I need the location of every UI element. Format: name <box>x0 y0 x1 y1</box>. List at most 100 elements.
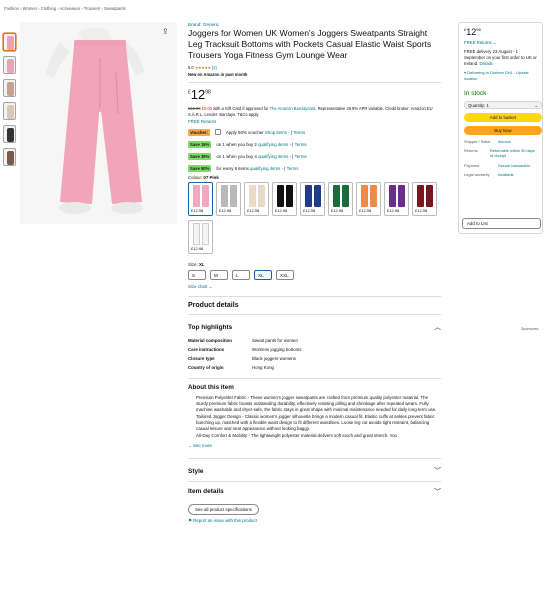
swatch-image <box>333 185 349 208</box>
offer-link[interactable]: qualifying items <box>250 166 280 171</box>
detail-key: Returns <box>464 148 478 154</box>
about-heading: About this item <box>188 383 234 391</box>
colour-swatch[interactable]: £12.98 <box>412 182 437 217</box>
top-highlights-toggle[interactable]: Top highlights ︿ <box>188 319 441 335</box>
size-option[interactable]: M <box>210 270 228 281</box>
size-option[interactable]: XXL <box>276 270 294 281</box>
chevron-up-icon: ︿ <box>434 324 441 332</box>
delivery-details-link[interactable]: Details <box>480 61 493 66</box>
chevron-right-icon: › <box>288 129 290 135</box>
offer-link[interactable]: Shop items <box>265 130 287 135</box>
offer-row: Voucher: Apply 50% voucher Shop items › |… <box>188 128 306 136</box>
colour-swatch[interactable]: £12.98 <box>216 182 241 217</box>
swatch-image <box>193 223 209 246</box>
detail-value[interactable]: Alcorze <box>498 139 511 144</box>
barclaycard-link[interactable]: The Amazon Barclaycard <box>270 106 316 111</box>
size-option[interactable]: S <box>188 270 206 281</box>
size-options: S M L XL XXL <box>188 270 441 281</box>
sponsored-label: Sponsored <box>521 327 539 331</box>
location-pin-icon: ⌖ <box>464 70 467 75</box>
chevron-down-icon: ⌄ <box>492 40 497 45</box>
about-bullet: All-Day Comfort & Mobility - The lightwe… <box>196 433 441 439</box>
breadcrumb-item[interactable]: Fashion <box>4 6 19 11</box>
colour-swatch[interactable]: £12.98 <box>272 182 297 217</box>
thumbnail[interactable] <box>3 79 16 97</box>
spec-row: Closure type Black joggers womens <box>188 356 441 362</box>
terms-link[interactable]: Terms <box>293 130 305 135</box>
product-image[interactable] <box>20 22 177 224</box>
free-returns-link[interactable]: FREE Returns <box>188 119 441 124</box>
thumbnail[interactable] <box>3 56 16 74</box>
location-link[interactable]: ⌖ Delivering to Durham DH1 - Update loca… <box>464 70 537 82</box>
colour-swatch[interactable]: £12.98 <box>328 182 353 217</box>
report-issue-link[interactable]: ⚑ Report an issue with this product <box>188 518 441 524</box>
size-option[interactable]: L <box>232 270 250 281</box>
colour-swatch[interactable]: £12.98 <box>188 182 213 217</box>
colour-swatch[interactable]: £12.98 <box>244 182 269 217</box>
spec-row: Material composition Sweat pants for wome… <box>188 338 441 344</box>
spec-row: Country of origin Hong Kong <box>188 365 441 371</box>
divider <box>188 481 441 482</box>
offer-row: Save 50% for every 6 items qualifying ite… <box>188 164 299 172</box>
detail-value[interactable]: Returnable within 30 days of receipt <box>490 148 537 158</box>
detail-key: Payment <box>464 162 480 168</box>
voucher-checkbox[interactable] <box>214 129 221 136</box>
add-to-list-button[interactable]: Add to List <box>462 218 541 229</box>
swatch-image <box>389 185 405 208</box>
share-icon[interactable]: ⇪ <box>162 27 169 36</box>
buybox-detail-row: Returns Returnable within 30 days of rece… <box>464 148 537 158</box>
colour-swatches: £12.98 £12.98 £12.98 £12.98 £12.98 £12.98 £12.… <box>188 182 441 258</box>
size-chart-link[interactable]: Size chart ⌄ <box>188 284 441 290</box>
style-toggle[interactable]: Style ﹀ <box>188 463 441 479</box>
buybox-free-returns[interactable]: FREE Returns ⌄ <box>464 40 537 46</box>
colour-swatch[interactable]: £12.98 <box>188 220 213 255</box>
spec-key: Country of origin <box>188 365 224 371</box>
colour-swatch[interactable]: £12.98 <box>300 182 325 217</box>
colour-swatch[interactable]: £12.98 <box>384 182 409 217</box>
thumbnail[interactable] <box>3 125 16 143</box>
breadcrumb-item[interactable]: Trousers <box>84 6 100 11</box>
swatch-image <box>221 185 237 208</box>
breadcrumb-item[interactable]: Clothing <box>41 6 56 11</box>
swatch-image <box>193 185 209 208</box>
quantity-select[interactable]: Quantity: 1 ⌄ <box>464 101 542 109</box>
detail-key: Shipper / Seller <box>464 139 491 144</box>
breadcrumb-item[interactable]: Women <box>23 6 37 11</box>
buybox-details: Shipper / Seller Alcorze Returns Returnable… <box>464 139 537 177</box>
terms-link[interactable]: Terms <box>287 166 299 171</box>
swatch-image <box>249 185 265 208</box>
rating-count[interactable]: (2) <box>212 65 217 70</box>
buy-now-button[interactable]: Buy Now <box>464 126 542 135</box>
size-option[interactable]: XL <box>254 270 272 281</box>
new-on-amazon: New on Amazon in past month <box>188 71 248 77</box>
colour-swatch[interactable]: £12.98 <box>356 182 381 217</box>
rating-value: 5.0 <box>188 64 194 70</box>
swatch-price: £12.98 <box>247 208 260 214</box>
product-details-heading: Product details <box>188 301 239 309</box>
offer-badge: Save 50% <box>188 164 212 172</box>
thumbnail[interactable] <box>3 148 16 166</box>
divider <box>188 296 441 297</box>
offer-link[interactable]: qualifying items <box>258 154 288 159</box>
offer-row: Save 35% on 1 when you buy 4 qualifying i… <box>188 152 307 160</box>
gift-card-offer: £12.98 £0.00 with a Gift Card if approve… <box>188 106 433 118</box>
detail-value[interactable]: Available <box>498 172 514 177</box>
terms-link[interactable]: Terms <box>295 154 307 159</box>
thumbnail[interactable] <box>3 102 16 120</box>
see-more-link[interactable]: ⌄ See more <box>188 443 441 449</box>
terms-link[interactable]: Terms <box>295 142 307 147</box>
thumbnail[interactable] <box>3 33 16 51</box>
detail-value[interactable]: Secure transaction <box>498 163 530 168</box>
rating[interactable]: 5.0 ★★★★★ (2) <box>188 65 441 70</box>
brand-link[interactable]: Brand: Generic <box>188 22 441 27</box>
item-details-toggle[interactable]: Item details ﹀ <box>188 484 441 500</box>
offer-link[interactable]: qualifying items <box>258 142 288 147</box>
add-to-basket-button[interactable]: Add to basket <box>464 113 542 122</box>
see-all-specs-button[interactable]: See all product specifications <box>188 503 259 515</box>
breadcrumb-item[interactable]: Activewear <box>60 6 80 11</box>
breadcrumb-item[interactable]: Sweatpants <box>104 6 126 11</box>
swatch-price: £12.98 <box>191 246 204 252</box>
specs-table: Material composition Sweat pants for wome… <box>188 338 441 371</box>
delivery-info: FREE delivery 23 August - 1 September on… <box>464 49 537 66</box>
chevron-down-icon: ⌄ <box>534 103 538 108</box>
